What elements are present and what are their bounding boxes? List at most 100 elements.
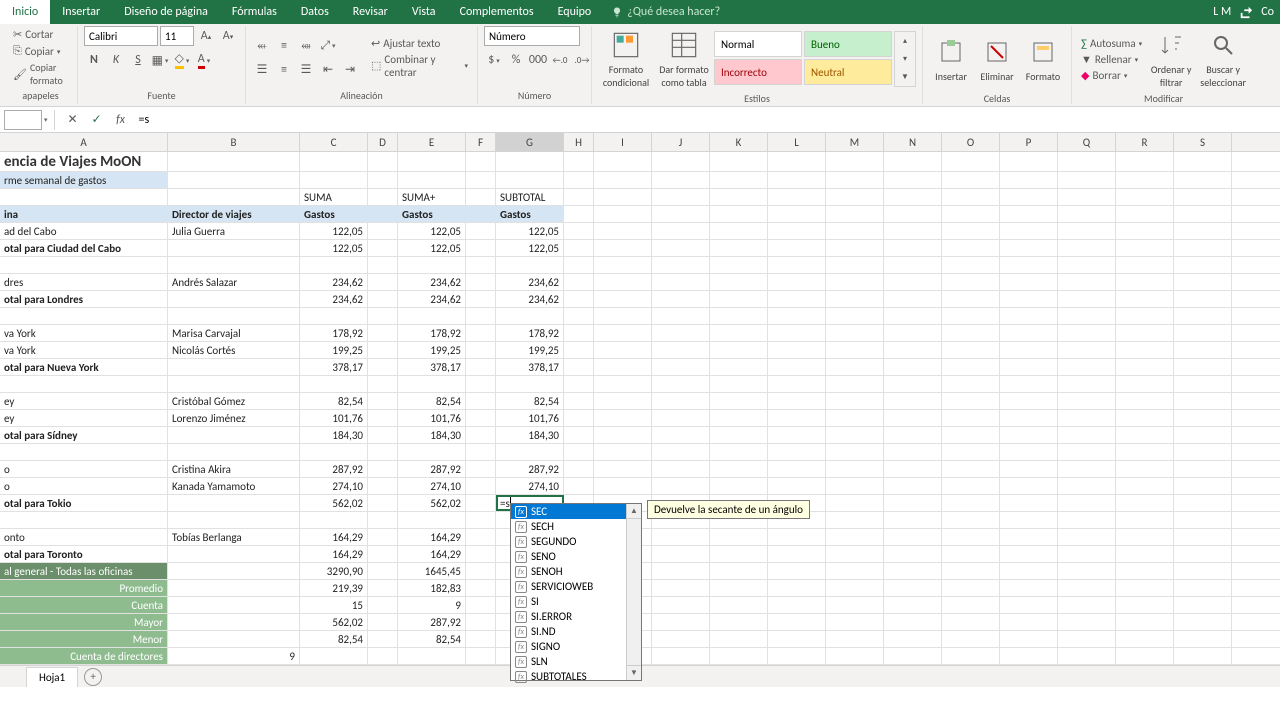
cell-e-20[interactable]: 1645,45	[398, 563, 466, 579]
styles-more-icon[interactable]: ▼	[895, 68, 915, 86]
rellenar-button[interactable]: ▼Rellenar ▾	[1078, 52, 1145, 67]
cell-e-21[interactable]: 182,83	[398, 580, 466, 596]
align-top-icon[interactable]: ⬴	[252, 36, 272, 56]
autocomplete-item-si[interactable]: fxSI	[511, 594, 641, 609]
copiar-formato-button[interactable]: 🖌Copiar formato	[10, 60, 71, 88]
cell-e-1[interactable]: 122,05	[398, 240, 466, 256]
cell-c-0[interactable]: 122,05	[300, 223, 368, 239]
cell-c-6[interactable]: 178,92	[300, 325, 368, 341]
cell-b-6[interactable]: Marisa Carvajal	[168, 325, 300, 341]
tab-inicio[interactable]: Inicio	[0, 0, 50, 24]
increase-indent-icon[interactable]: ⇥	[340, 60, 360, 80]
tab-equipo[interactable]: Equipo	[546, 0, 604, 24]
number-format-select[interactable]	[484, 26, 580, 46]
tab-revisar[interactable]: Revisar	[341, 0, 400, 24]
column-header-G[interactable]: G	[496, 133, 564, 151]
delete-cells-button[interactable]: Eliminar	[975, 26, 1019, 92]
autocomplete-item-subtotales[interactable]: fxSUBTOTALES	[511, 669, 641, 684]
add-sheet-button[interactable]: +	[84, 668, 102, 686]
cortar-button[interactable]: ✂Cortar	[10, 27, 71, 42]
cell-a-21[interactable]: Promedio	[0, 580, 168, 596]
hdr-suma[interactable]: SUMA	[300, 189, 368, 205]
column-header-E[interactable]: E	[398, 133, 466, 151]
orientation-icon[interactable]: ⤢	[318, 36, 338, 56]
autocomplete-scrollbar[interactable]: ▲ ▼	[626, 504, 641, 680]
cell-b-14[interactable]: Cristina Akira	[168, 461, 300, 477]
font-color-button[interactable]: A	[194, 50, 214, 70]
find-select-button[interactable]: Buscar y seleccionar	[1197, 26, 1249, 92]
align-bottom-icon[interactable]: ⬵	[296, 36, 316, 56]
cell-c-14[interactable]: 287,92	[300, 461, 368, 477]
hdr-gastos-e[interactable]: Gastos	[398, 206, 466, 222]
cell-a-7[interactable]: va York	[0, 342, 168, 358]
wrap-text-button[interactable]: ↩Ajustar texto	[368, 36, 471, 51]
cell-a-16[interactable]: otal para Tokio	[0, 495, 168, 511]
cell-g-6[interactable]: 178,92	[496, 325, 564, 341]
autosuma-button[interactable]: ∑Autosuma ▾	[1078, 36, 1145, 51]
align-center-icon[interactable]: ≡	[274, 60, 294, 80]
style-neutral[interactable]: Neutral	[804, 59, 892, 85]
underline-button[interactable]: S	[128, 50, 148, 70]
format-as-table-button[interactable]: Dar formato como tabla	[656, 26, 712, 92]
style-bueno[interactable]: Bueno	[804, 31, 892, 57]
decrease-indent-icon[interactable]: ⇤	[318, 60, 338, 80]
tell-me-search[interactable]: ¿Qué desea hacer?	[603, 0, 720, 24]
cell-c-19[interactable]: 164,29	[300, 546, 368, 562]
cell-c-12[interactable]: 184,30	[300, 427, 368, 443]
cell-g-14[interactable]: 287,92	[496, 461, 564, 477]
enter-formula-button[interactable]: ✓	[85, 108, 109, 132]
cell-g-7[interactable]: 199,25	[496, 342, 564, 358]
tab-formulas[interactable]: Fórmulas	[220, 0, 289, 24]
autocomplete-item-sech[interactable]: fxSECH	[511, 519, 641, 534]
borrar-button[interactable]: ◆Borrar ▾	[1078, 68, 1145, 83]
cell-e-4[interactable]: 234,62	[398, 291, 466, 307]
autocomplete-item-segundo[interactable]: fxSEGUNDO	[511, 534, 641, 549]
column-header-Q[interactable]: Q	[1058, 133, 1116, 151]
cell-c-16[interactable]: 562,02	[300, 495, 368, 511]
cell-b-18[interactable]: Tobías Berlanga	[168, 529, 300, 545]
cell-e-10[interactable]: 82,54	[398, 393, 466, 409]
cell-b-10[interactable]: Cristóbal Gómez	[168, 393, 300, 409]
tab-complementos[interactable]: Complementos	[448, 0, 546, 24]
hdr-gastos-g[interactable]: Gastos	[496, 206, 564, 222]
cell-g-15[interactable]: 274,10	[496, 478, 564, 494]
cell-g-1[interactable]: 122,05	[496, 240, 564, 256]
align-right-icon[interactable]: ☰	[296, 60, 316, 80]
cell-b-7[interactable]: Nicolás Cortés	[168, 342, 300, 358]
hdr-gastos-c[interactable]: Gastos	[300, 206, 368, 222]
style-normal[interactable]: Normal	[714, 31, 802, 57]
bold-button[interactable]: N	[84, 50, 104, 70]
cell-a-6[interactable]: va York	[0, 325, 168, 341]
name-box[interactable]	[4, 110, 42, 130]
cell-c-1[interactable]: 122,05	[300, 240, 368, 256]
column-header-A[interactable]: A	[0, 133, 168, 151]
cell-b-3[interactable]: Andrés Salazar	[168, 274, 300, 290]
tab-insertar[interactable]: Insertar	[50, 0, 112, 24]
cell-e-11[interactable]: 101,76	[398, 410, 466, 426]
styles-up-icon[interactable]: ▴	[895, 32, 915, 50]
column-header-H[interactable]: H	[564, 133, 594, 151]
autocomplete-item-servicioweb[interactable]: fxSERVICIOWEB	[511, 579, 641, 594]
cell-c-4[interactable]: 234,62	[300, 291, 368, 307]
tab-diseno[interactable]: Diseño de página	[112, 0, 220, 24]
cell-a-19[interactable]: otal para Toronto	[0, 546, 168, 562]
cell-c-18[interactable]: 164,29	[300, 529, 368, 545]
scroll-up-icon[interactable]: ▲	[627, 504, 641, 519]
autocomplete-item-sln[interactable]: fxSLN	[511, 654, 641, 669]
fx-icon[interactable]: fx	[109, 108, 133, 132]
column-header-P[interactable]: P	[1000, 133, 1058, 151]
borders-button[interactable]: ▦	[150, 50, 170, 70]
cell-a-23[interactable]: Mayor	[0, 614, 168, 630]
cell-b-0[interactable]: Julia Guerra	[168, 223, 300, 239]
column-header-O[interactable]: O	[942, 133, 1000, 151]
increase-decimal-icon[interactable]: ←.0	[550, 50, 570, 70]
align-middle-icon[interactable]: ≡	[274, 36, 294, 56]
user-name[interactable]: L M	[1213, 5, 1231, 19]
column-header-K[interactable]: K	[710, 133, 768, 151]
column-header-J[interactable]: J	[652, 133, 710, 151]
merge-center-button[interactable]: ⬚Combinar y centrar ▾	[368, 52, 471, 80]
cell-g-3[interactable]: 234,62	[496, 274, 564, 290]
hdr-sumaplus[interactable]: SUMA+	[398, 189, 466, 205]
name-box-drop-icon[interactable]: ▾	[44, 115, 48, 124]
italic-button[interactable]: K	[106, 50, 126, 70]
